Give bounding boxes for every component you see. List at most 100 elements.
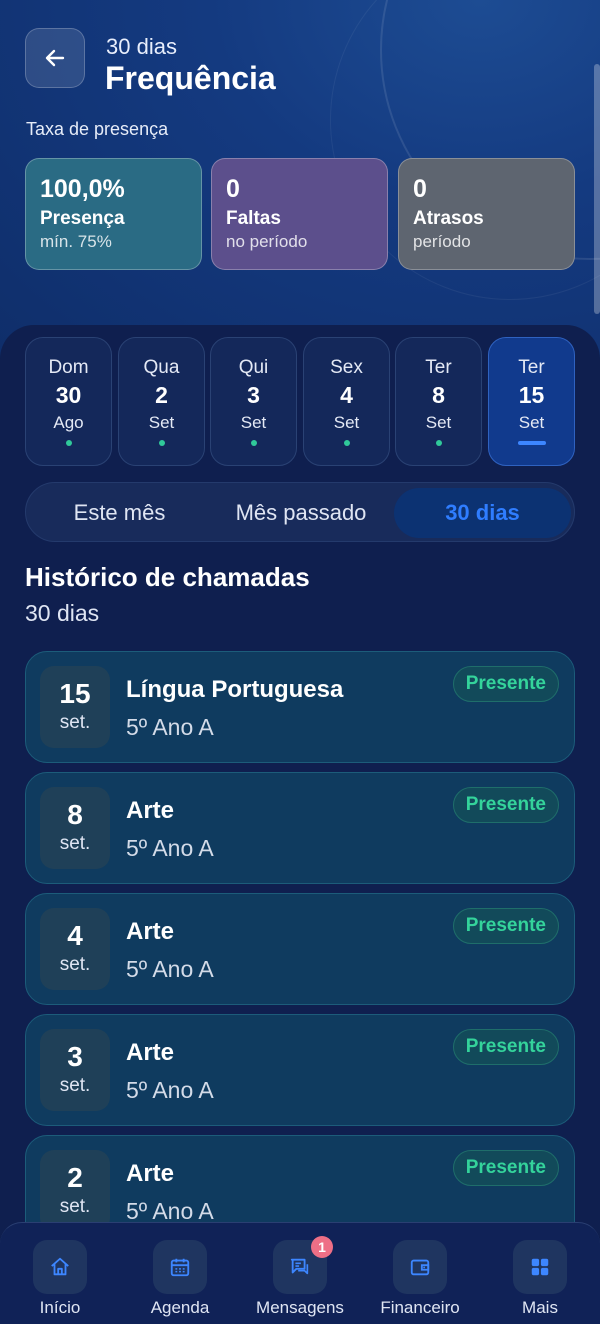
stat-card-absences: 0 Faltas no período (211, 158, 388, 270)
date-day: 3 (67, 1041, 83, 1072)
attendance-dot (250, 440, 257, 446)
stat-sub: período (413, 232, 471, 251)
page-title: Frequência (105, 60, 276, 96)
status-badge: Presente (452, 1029, 559, 1065)
day-number: 8 (432, 382, 445, 408)
day-weekday: Dom (48, 357, 89, 378)
stat-value: 100,0% (40, 175, 125, 203)
nav-icon-box (513, 1240, 567, 1294)
attendance-card[interactable]: 3 set. Arte 5º Ano A Presente (25, 1014, 575, 1126)
date-box: 3 set. (40, 1029, 110, 1111)
stat-value: 0 (226, 175, 240, 203)
scrollbar[interactable] (594, 64, 600, 314)
attendance-dot (343, 440, 350, 446)
date-box: 4 set. (40, 908, 110, 990)
nav-item-financeiro[interactable]: Financeiro (365, 1240, 475, 1318)
arrow-left-icon (45, 49, 65, 67)
day-month: Set (148, 413, 175, 432)
class-name: 5º Ano A (126, 1198, 214, 1224)
attendance-card[interactable]: 15 set. Língua Portuguesa 5º Ano A Prese… (25, 651, 575, 763)
date-box: 15 set. (40, 666, 110, 748)
day-month: Set (425, 413, 452, 432)
day-weekday: Ter (425, 357, 452, 378)
stat-value: 0 (413, 175, 427, 203)
stat-label: Faltas (226, 208, 281, 229)
stat-label: Presença (40, 208, 125, 229)
day-chip[interactable]: Sex 4 Set (303, 337, 390, 466)
history-subtitle: 30 dias (25, 600, 100, 626)
date-month: set. (59, 712, 91, 733)
day-number: 3 (247, 382, 260, 408)
nav-icon-box (153, 1240, 207, 1294)
date-day: 2 (67, 1162, 83, 1193)
day-chip-selected[interactable]: Ter 15 Set (488, 337, 575, 466)
nav-label: Financeiro (380, 1298, 460, 1317)
grid-icon (531, 1258, 549, 1276)
nav-item-agenda[interactable]: Agenda (125, 1240, 235, 1318)
day-month: Set (333, 413, 360, 432)
period-subtitle: 30 dias (106, 34, 177, 59)
day-chip[interactable]: Qui 3 Set (210, 337, 297, 466)
status-badge: Presente (452, 787, 559, 823)
class-name: 5º Ano A (126, 835, 214, 861)
nav-label: Início (39, 1298, 81, 1317)
attendance-dot (435, 440, 442, 446)
subject-name: Arte (126, 1039, 175, 1066)
date-box: 2 set. (40, 1150, 110, 1232)
stat-card-delays: 0 Atrasos período (398, 158, 575, 270)
calendar-icon (170, 1258, 190, 1277)
period-filter: Este mês Mês passado 30 dias (25, 482, 575, 542)
day-month: Set (240, 413, 267, 432)
subject-name: Arte (126, 797, 175, 824)
date-day: 4 (67, 920, 83, 951)
filter-30-days[interactable]: 30 dias (394, 488, 571, 538)
day-chip[interactable]: Dom 30 Ago (25, 337, 112, 466)
nav-icon-box: 1 (273, 1236, 333, 1294)
notification-badge: 1 (311, 1236, 333, 1258)
date-box: 8 set. (40, 787, 110, 869)
nav-item-mais[interactable]: Mais (485, 1240, 595, 1318)
nav-icon-box (33, 1240, 87, 1294)
stat-sub: mín. 75% (40, 232, 112, 251)
home-icon (51, 1257, 69, 1276)
selected-indicator (517, 441, 546, 445)
subject-name: Arte (126, 1160, 175, 1187)
filter-this-month[interactable]: Este mês (31, 488, 208, 538)
messages-icon (290, 1258, 309, 1275)
class-name: 5º Ano A (126, 714, 214, 740)
date-month: set. (59, 1075, 91, 1096)
nav-label: Mensagens (256, 1298, 344, 1317)
date-month: set. (59, 833, 91, 854)
subject-name: Língua Portuguesa (126, 676, 344, 703)
day-weekday: Qua (143, 357, 180, 378)
day-weekday: Ter (518, 357, 545, 378)
stat-card-presence: 100,0% Presença mín. 75% (25, 158, 202, 270)
nav-icon-box (393, 1240, 447, 1294)
date-day: 15 (59, 678, 91, 709)
back-button[interactable] (25, 28, 85, 88)
class-name: 5º Ano A (126, 956, 214, 982)
attendance-dot (158, 440, 165, 446)
bottom-navigation: Início Agenda 1 Mensagens Financeiro Mai… (0, 1222, 600, 1324)
day-weekday: Qui (238, 357, 269, 378)
history-title: Histórico de chamadas (25, 562, 310, 592)
attendance-rate-label: Taxa de presença (26, 119, 169, 139)
attendance-card[interactable]: 8 set. Arte 5º Ano A Presente (25, 772, 575, 884)
stat-label: Atrasos (413, 208, 484, 229)
filter-last-month[interactable]: Mês passado (211, 488, 391, 538)
date-month: set. (59, 1196, 91, 1217)
status-badge: Presente (452, 1150, 559, 1186)
nav-item-inicio[interactable]: Início (5, 1240, 115, 1318)
stat-sub: no período (226, 232, 308, 251)
day-chip[interactable]: Ter 8 Set (395, 337, 482, 466)
status-badge: Presente (452, 666, 559, 702)
nav-label: Agenda (150, 1298, 210, 1317)
day-month: Ago (53, 413, 84, 432)
nav-item-mensagens[interactable]: 1 Mensagens (245, 1236, 355, 1318)
wallet-icon (410, 1259, 430, 1276)
date-day: 8 (67, 799, 83, 830)
day-number: 4 (340, 382, 353, 408)
attendance-card[interactable]: 4 set. Arte 5º Ano A Presente (25, 893, 575, 1005)
day-number: 15 (518, 382, 545, 408)
day-chip[interactable]: Qua 2 Set (118, 337, 205, 466)
